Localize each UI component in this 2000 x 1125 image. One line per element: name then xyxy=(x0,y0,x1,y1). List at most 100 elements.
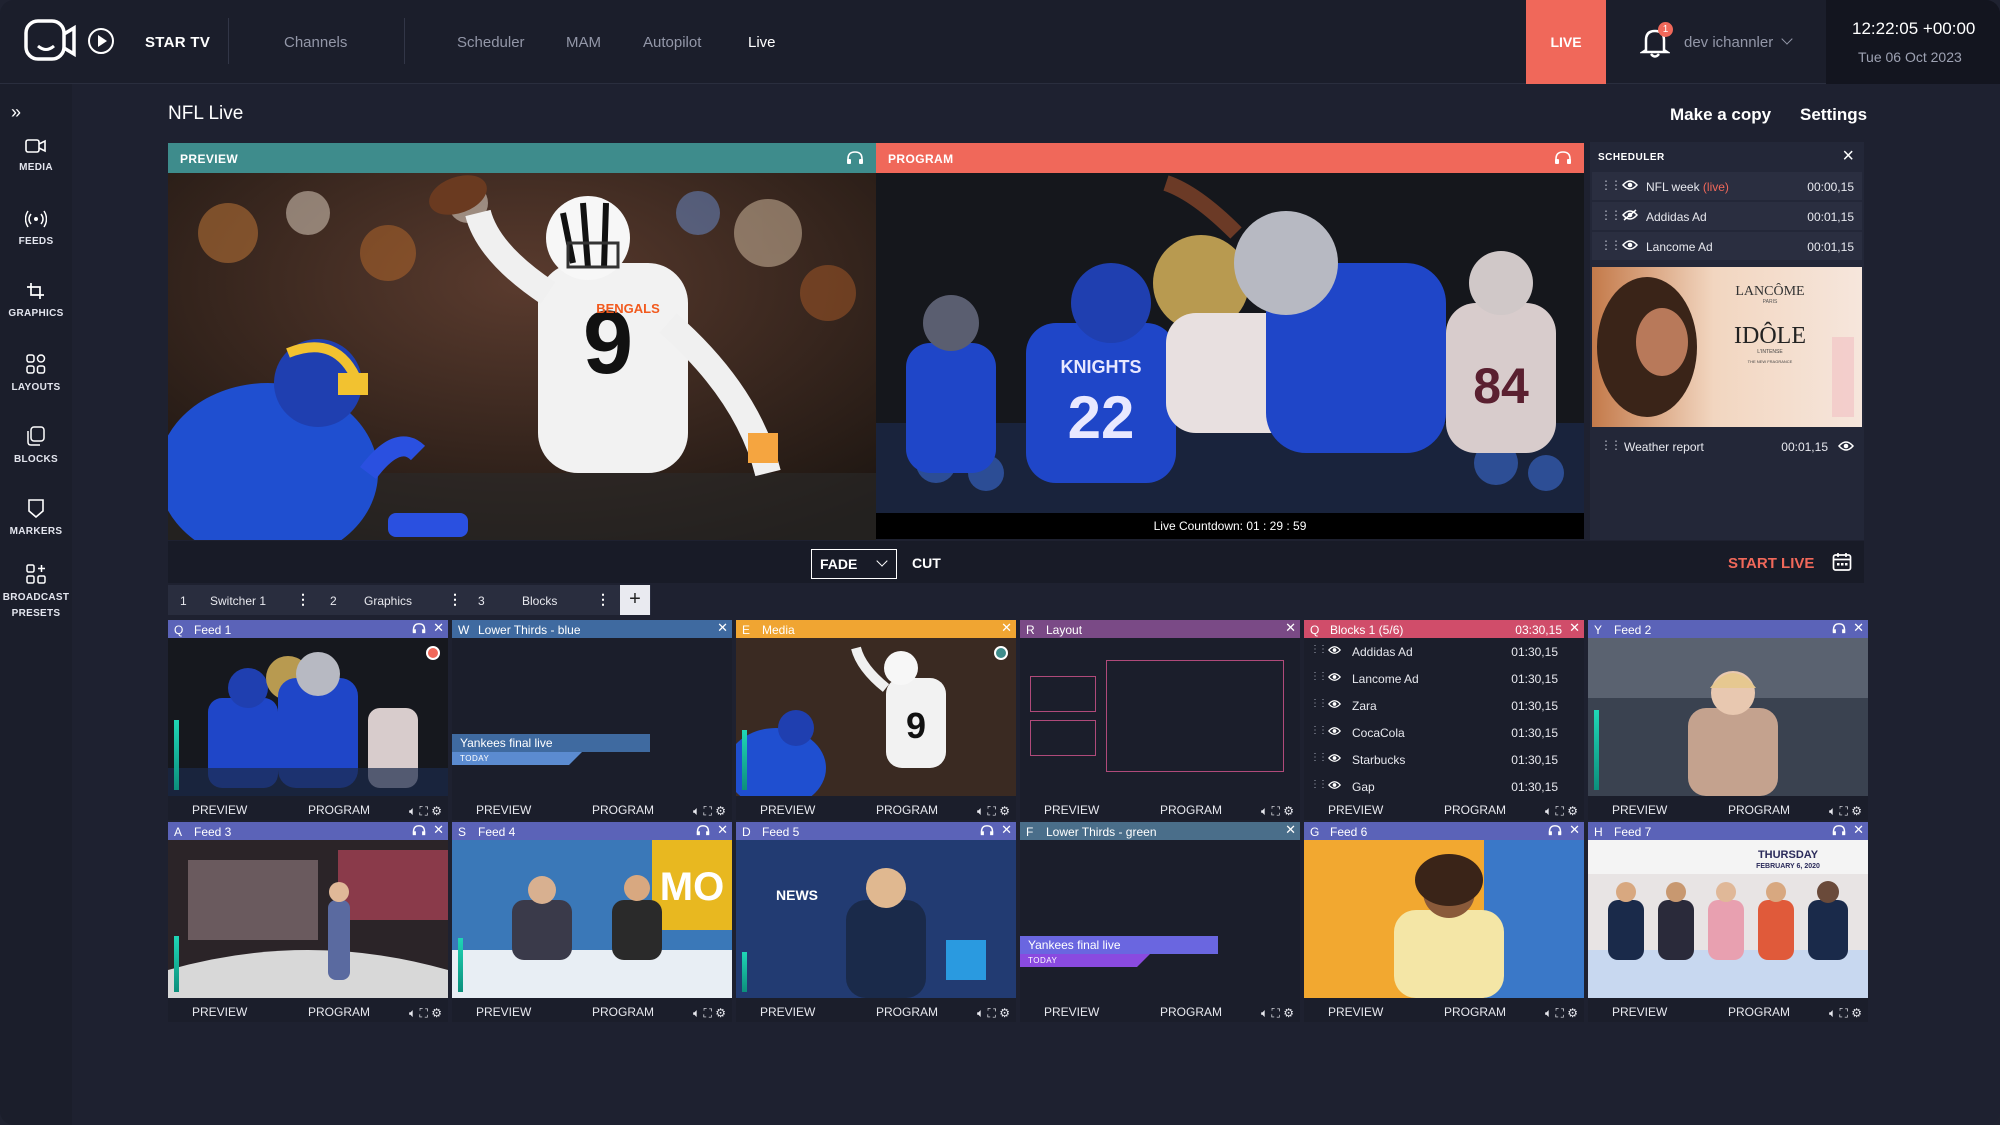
list-item[interactable]: ⋮⋮ CocaCola 01:30,15 xyxy=(1304,719,1584,745)
gear-icon[interactable]: ⚙︎ xyxy=(715,804,726,818)
program-button[interactable]: PROGRAM xyxy=(1728,803,1790,817)
tile-blocks[interactable]: Q Blocks 1 (5/6) 03:30,15 ✕ ⋮⋮ Addidas Ad 01:… xyxy=(1304,620,1584,820)
drag-handle-icon[interactable]: ⋮⋮ xyxy=(1600,208,1622,222)
preview-video[interactable]: 9 BENGALS xyxy=(168,173,876,540)
fullscreen-icon[interactable]: ⛶ xyxy=(1271,1006,1279,1020)
close-icon[interactable]: ✕ xyxy=(1569,822,1580,838)
volume-icon[interactable]: 🔈︎ xyxy=(1261,804,1268,818)
program-button[interactable]: PROGRAM xyxy=(592,1005,654,1019)
gear-icon[interactable]: ⚙︎ xyxy=(999,804,1010,818)
tab-switcher[interactable]: Switcher 1 xyxy=(210,594,266,608)
preview-button[interactable]: PREVIEW xyxy=(1612,1005,1667,1019)
gear-icon[interactable]: ⚙︎ xyxy=(1851,804,1862,818)
volume-icon[interactable]: 🔈︎ xyxy=(1545,804,1552,818)
list-item[interactable]: ⋮⋮ Gap 01:30,15 xyxy=(1304,773,1584,796)
sidebar-item-layouts[interactable]: LAYOUTS xyxy=(0,354,72,396)
start-live-button[interactable]: START LIVE xyxy=(1728,555,1814,572)
tile-feed-5[interactable]: D Feed 5 ✕ NEWS PREVIEW PROGRAM 🔈︎ ⛶ ⚙︎ xyxy=(736,822,1016,1022)
ad-thumbnail[interactable]: LANCÔME PARIS IDÔLE L'INTENSE THE NEW FR… xyxy=(1592,267,1862,427)
tab-graphics[interactable]: Graphics xyxy=(364,594,412,608)
preview-button[interactable]: PREVIEW xyxy=(1612,803,1667,817)
eye-icon[interactable] xyxy=(1328,753,1341,763)
drag-handle-icon[interactable]: ⋮⋮ xyxy=(1310,644,1328,655)
fullscreen-icon[interactable]: ⛶ xyxy=(703,804,711,818)
tile-layout[interactable]: R Layout ✕ PREVIEW PROGRAM 🔈︎ ⛶ ⚙︎ xyxy=(1020,620,1300,820)
tile-lower-thirds-green[interactable]: F Lower Thirds - green ✕ Yankees final liv… xyxy=(1020,822,1300,1022)
program-button[interactable]: PROGRAM xyxy=(1160,1005,1222,1019)
gear-icon[interactable]: ⚙︎ xyxy=(1567,804,1578,818)
fullscreen-icon[interactable]: ⛶ xyxy=(987,1006,995,1020)
scheduler-item[interactable]: ⋮⋮ Lancome Ad 00:01,15 xyxy=(1592,232,1862,260)
close-icon[interactable]: ✕ xyxy=(1001,822,1012,838)
headphones-icon[interactable] xyxy=(412,623,426,634)
fullscreen-icon[interactable]: ⛶ xyxy=(703,1006,711,1020)
sidebar-item-markers[interactable]: MARKERS xyxy=(0,498,72,540)
volume-icon[interactable]: 🔈︎ xyxy=(693,1006,700,1020)
nav-channels[interactable]: Channels xyxy=(284,34,347,51)
headphones-icon[interactable] xyxy=(1832,623,1846,634)
close-icon[interactable]: ✕ xyxy=(1853,822,1864,838)
tile-lower-thirds-blue[interactable]: W Lower Thirds - blue ✕ Yankees final live… xyxy=(452,620,732,820)
nav-live[interactable]: Live xyxy=(748,34,776,51)
eye-icon[interactable] xyxy=(1328,726,1341,736)
scheduler-item[interactable]: ⋮⋮ NFL week (live) 00:00,15 xyxy=(1592,172,1862,200)
tab-number[interactable]: 2 xyxy=(330,594,337,608)
sidebar-item-broadcast-presets[interactable]: BROADCAST PRESETS xyxy=(0,564,72,622)
tile-feed-2[interactable]: Y Feed 2 ✕ PREVIEW PROGRAM 🔈︎ ⛶ ⚙︎ xyxy=(1588,620,1868,820)
sidebar-item-feeds[interactable]: FEEDS xyxy=(0,210,72,250)
settings-button[interactable]: Settings xyxy=(1800,105,1867,125)
program-button[interactable]: PROGRAM xyxy=(876,1005,938,1019)
calendar-icon[interactable] xyxy=(1832,552,1852,572)
drag-handle-icon[interactable]: ⋮⋮ xyxy=(1600,438,1622,452)
volume-icon[interactable]: 🔈︎ xyxy=(977,804,984,818)
gear-icon[interactable]: ⚙︎ xyxy=(1283,804,1294,818)
preview-button[interactable]: PREVIEW xyxy=(1044,803,1099,817)
headphones-icon[interactable] xyxy=(980,825,994,836)
eye-off-icon[interactable] xyxy=(1622,209,1638,221)
headphones-icon[interactable] xyxy=(412,825,426,836)
make-copy-button[interactable]: Make a copy xyxy=(1670,105,1771,125)
program-button[interactable]: PROGRAM xyxy=(1160,803,1222,817)
tile-feed-4[interactable]: S Feed 4 ✕ MO PREVIEW PROGRAM 🔈︎ ⛶ ⚙︎ xyxy=(452,822,732,1022)
fade-dropdown[interactable]: FADE xyxy=(811,549,897,579)
close-icon[interactable]: ✕ xyxy=(1853,620,1864,636)
tile-feed-1[interactable]: Q Feed 1 ✕ PREVIEW PROGRAM 🔈︎ ⛶ ⚙︎ xyxy=(168,620,448,820)
logo-icon[interactable] xyxy=(24,18,76,64)
eye-icon[interactable] xyxy=(1838,440,1854,452)
volume-icon[interactable]: 🔈︎ xyxy=(1829,1006,1836,1020)
program-button[interactable]: PROGRAM xyxy=(1444,1005,1506,1019)
preview-button[interactable]: PREVIEW xyxy=(476,1005,531,1019)
eye-icon[interactable] xyxy=(1328,672,1341,682)
fullscreen-icon[interactable]: ⛶ xyxy=(1555,1006,1563,1020)
fullscreen-icon[interactable]: ⛶ xyxy=(1839,1006,1847,1020)
headphones-icon[interactable] xyxy=(1548,825,1562,836)
tile-media[interactable]: E Media ✕ 9 PREVIEW PROGRAM 🔈︎ ⛶ ⚙︎ xyxy=(736,620,1016,820)
close-icon[interactable]: ✕ xyxy=(1285,822,1296,838)
gear-icon[interactable]: ⚙︎ xyxy=(431,1006,442,1020)
sidebar-item-media[interactable]: MEDIA xyxy=(0,138,72,176)
drag-handle-icon[interactable]: ⋮⋮ xyxy=(1310,779,1328,790)
tab-number[interactable]: 1 xyxy=(180,594,187,608)
program-button[interactable]: PROGRAM xyxy=(1728,1005,1790,1019)
gear-icon[interactable]: ⚙︎ xyxy=(1851,1006,1862,1020)
fullscreen-icon[interactable]: ⛶ xyxy=(987,804,995,818)
headphones-icon[interactable] xyxy=(696,825,710,836)
fullscreen-icon[interactable]: ⛶ xyxy=(419,804,427,818)
program-button[interactable]: PROGRAM xyxy=(1444,803,1506,817)
program-button[interactable]: PROGRAM xyxy=(308,1005,370,1019)
tile-feed-6[interactable]: G Feed 6 ✕ PREVIEW PROGRAM 🔈︎ ⛶ ⚙︎ xyxy=(1304,822,1584,1022)
eye-icon[interactable] xyxy=(1328,645,1341,655)
scheduler-item[interactable]: ⋮⋮ Weather report 00:01,15 xyxy=(1592,432,1862,460)
program-button[interactable]: PROGRAM xyxy=(876,803,938,817)
close-icon[interactable]: ✕ xyxy=(717,620,728,636)
list-item[interactable]: ⋮⋮ Zara 01:30,15 xyxy=(1304,692,1584,718)
program-button[interactable]: PROGRAM xyxy=(592,803,654,817)
tab-blocks[interactable]: Blocks xyxy=(522,594,557,608)
scheduler-item[interactable]: ⋮⋮ Addidas Ad 00:01,15 xyxy=(1592,202,1862,230)
nav-scheduler[interactable]: Scheduler xyxy=(457,34,525,51)
fullscreen-icon[interactable]: ⛶ xyxy=(1839,804,1847,818)
volume-icon[interactable]: 🔈︎ xyxy=(693,804,700,818)
kebab-icon[interactable]: ⋮ xyxy=(448,591,462,608)
gear-icon[interactable]: ⚙︎ xyxy=(1283,1006,1294,1020)
close-icon[interactable]: × xyxy=(1842,145,1854,168)
